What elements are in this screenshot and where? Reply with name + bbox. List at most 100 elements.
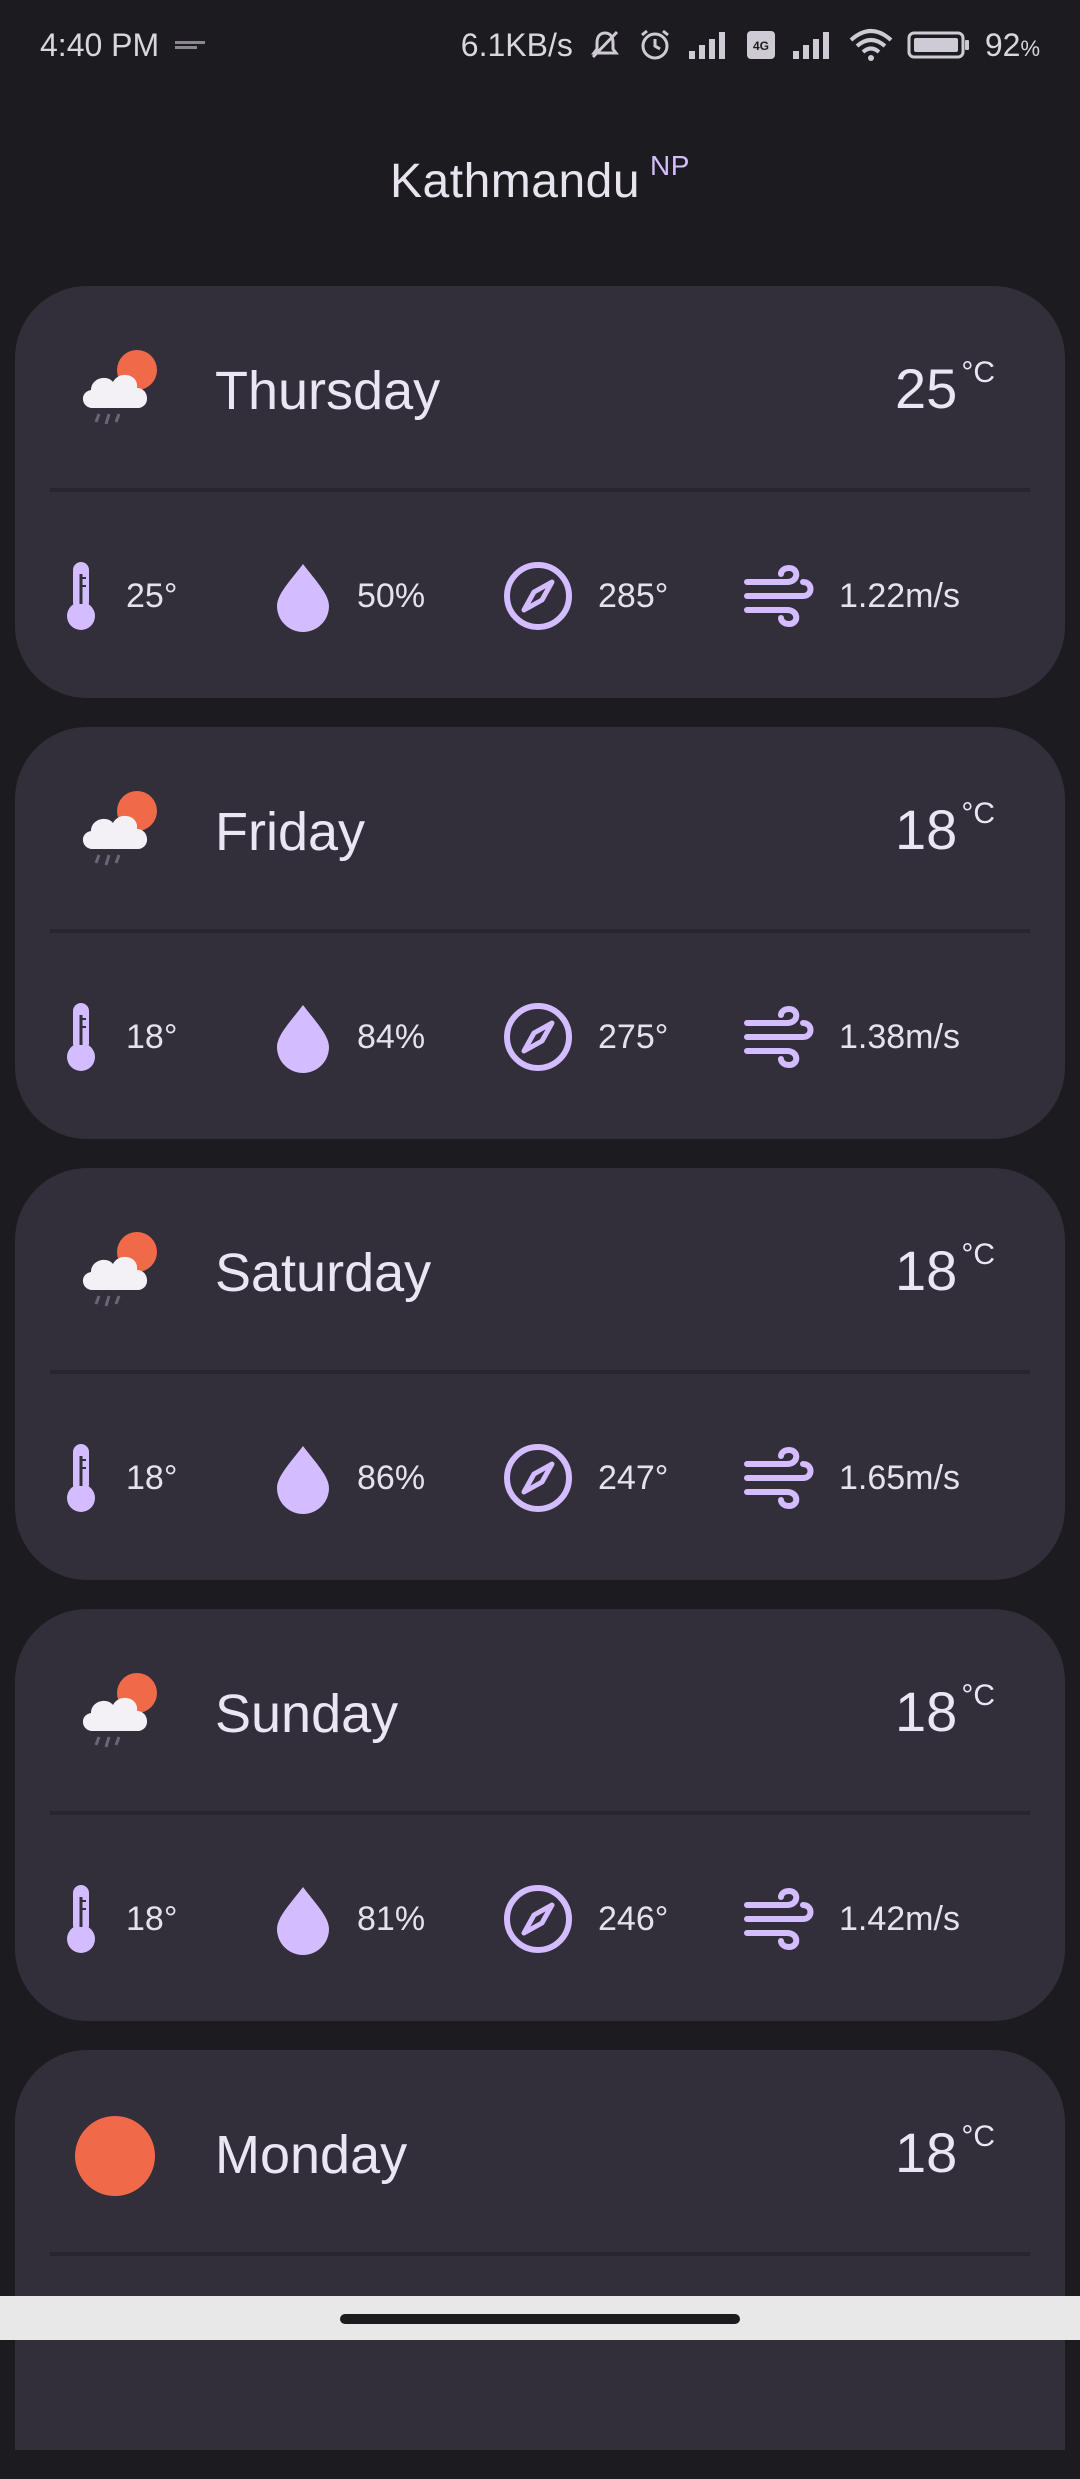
wind-icon	[743, 1887, 815, 1951]
signal-icon	[687, 29, 731, 61]
day-name: Monday	[215, 2125, 408, 2185]
metric-wind-speed: 1.42m/s	[743, 1879, 960, 1959]
droplet-icon	[273, 1883, 333, 1955]
forecast-card[interactable]: Sunday 18 °C 18° 81% 246° 1.42m/s	[15, 1609, 1065, 2021]
day-temperature: 18 °C	[895, 797, 995, 861]
metric-wind-direction: 285°	[502, 556, 668, 636]
forecast-card-header: Saturday 18 °C	[15, 1168, 1065, 1372]
metric-temperature: 18°	[60, 1879, 177, 1959]
day-temperature: 18 °C	[895, 1679, 995, 1743]
metric-humidity-value: 86%	[357, 1458, 426, 1497]
forecast-metrics: 18° 84% 275° 1.38m/s	[15, 997, 1065, 1077]
forecast-card[interactable]: Friday 18 °C 18° 84% 275° 1.38m/s	[15, 727, 1065, 1139]
city-name: Kathmandu	[390, 155, 641, 208]
thermometer-icon	[60, 1883, 102, 1955]
cloud-rain-sun-icon	[75, 1669, 165, 1755]
metric-wind-direction-value: 246°	[598, 1899, 669, 1938]
sun-icon	[75, 2110, 165, 2196]
compass-icon	[502, 560, 574, 632]
day-name: Friday	[215, 802, 366, 862]
forecast-card[interactable]: Monday 18 °C	[15, 2050, 1065, 2450]
metric-wind-speed: 1.65m/s	[743, 1438, 960, 1518]
divider	[50, 2252, 1030, 2256]
forecast-metrics: 18° 81% 246° 1.42m/s	[15, 1879, 1065, 1959]
forecast-card[interactable]: Thursday 25 °C 25° 50% 285° 1.22m/s	[15, 286, 1065, 698]
compass-icon	[502, 1442, 574, 1514]
divider	[50, 488, 1030, 492]
thermometer-icon	[60, 1001, 102, 1073]
metric-wind-speed: 1.38m/s	[743, 997, 960, 1077]
metric-humidity-value: 81%	[357, 1899, 426, 1938]
wifi-icon	[849, 28, 893, 62]
metric-wind-direction-value: 275°	[598, 1017, 669, 1056]
wind-icon	[743, 564, 815, 628]
divider	[50, 1811, 1030, 1815]
metric-wind-speed-value: 1.22m/s	[839, 576, 960, 615]
cloud-rain-sun-icon	[75, 1228, 165, 1314]
metric-temperature-value: 18°	[126, 1899, 178, 1938]
metric-temperature-value: 18°	[126, 1017, 178, 1056]
metric-temperature: 18°	[60, 1438, 177, 1518]
metric-temperature-value: 18°	[126, 1458, 178, 1497]
forecast-card-header: Monday 18 °C	[15, 2050, 1065, 2254]
volte-icon: 4G	[745, 29, 777, 61]
divider	[50, 929, 1030, 933]
country-code: NP	[650, 150, 690, 181]
forecast-metrics: 18° 86% 247° 1.65m/s	[15, 1438, 1065, 1518]
droplet-icon	[273, 1442, 333, 1514]
compass-icon	[502, 1001, 574, 1073]
metric-humidity: 84%	[273, 997, 425, 1077]
forecast-list[interactable]: Thursday 25 °C 25° 50% 285° 1.22m/s Frid…	[15, 286, 1065, 2479]
metric-humidity: 50%	[273, 556, 425, 636]
battery-icon	[907, 29, 971, 61]
day-name: Thursday	[215, 361, 441, 421]
home-gesture-handle[interactable]	[340, 2314, 740, 2324]
notification-icon	[173, 36, 207, 54]
day-name: Sunday	[215, 1684, 399, 1744]
network-speed: 6.1KB/s	[460, 26, 573, 63]
cloud-rain-sun-icon	[75, 787, 165, 873]
forecast-card-header: Sunday 18 °C	[15, 1609, 1065, 1813]
mute-icon	[587, 27, 623, 63]
status-bar: 4:40 PM 6.1KB/s 4G 92%	[0, 0, 1080, 90]
metric-wind-direction: 275°	[502, 997, 668, 1077]
metric-temperature: 18°	[60, 997, 177, 1077]
metric-humidity-value: 84%	[357, 1017, 426, 1056]
metric-temperature: 25°	[60, 556, 177, 636]
metric-humidity: 81%	[273, 1879, 425, 1959]
droplet-icon	[273, 1001, 333, 1073]
day-name: Saturday	[215, 1243, 432, 1303]
compass-icon	[502, 1883, 574, 1955]
divider	[50, 1370, 1030, 1374]
wind-icon	[743, 1005, 815, 1069]
svg-text:4G: 4G	[753, 39, 769, 53]
forecast-metrics: 25° 50% 285° 1.22m/s	[15, 556, 1065, 636]
system-navigation-bar	[0, 2296, 1080, 2340]
alarm-icon	[637, 27, 673, 63]
location-header: Kathmandu NP	[0, 150, 1080, 209]
metric-wind-speed-value: 1.65m/s	[839, 1458, 960, 1497]
battery-level: 92%	[984, 26, 1040, 63]
day-temperature: 25 °C	[895, 356, 995, 420]
metric-wind-direction-value: 247°	[598, 1458, 669, 1497]
thermometer-icon	[60, 1442, 102, 1514]
cloud-rain-sun-icon	[75, 346, 165, 432]
droplet-icon	[273, 560, 333, 632]
metric-wind-direction-value: 285°	[598, 576, 669, 615]
forecast-card-header: Friday 18 °C	[15, 727, 1065, 931]
metric-wind-speed: 1.22m/s	[743, 556, 960, 636]
metric-wind-direction: 247°	[502, 1438, 668, 1518]
metric-temperature-value: 25°	[126, 576, 178, 615]
thermometer-icon	[60, 560, 102, 632]
forecast-card[interactable]: Saturday 18 °C 18° 86% 247° 1.65m/s	[15, 1168, 1065, 1580]
forecast-card-header: Thursday 25 °C	[15, 286, 1065, 490]
day-temperature: 18 °C	[895, 1238, 995, 1302]
day-temperature: 18 °C	[895, 2120, 995, 2184]
status-time: 4:40 PM	[40, 26, 160, 63]
metric-humidity-value: 50%	[357, 576, 426, 615]
metric-wind-speed-value: 1.38m/s	[839, 1017, 960, 1056]
metric-humidity: 86%	[273, 1438, 425, 1518]
wind-icon	[743, 1446, 815, 1510]
metric-wind-speed-value: 1.42m/s	[839, 1899, 960, 1938]
metric-wind-direction: 246°	[502, 1879, 668, 1959]
